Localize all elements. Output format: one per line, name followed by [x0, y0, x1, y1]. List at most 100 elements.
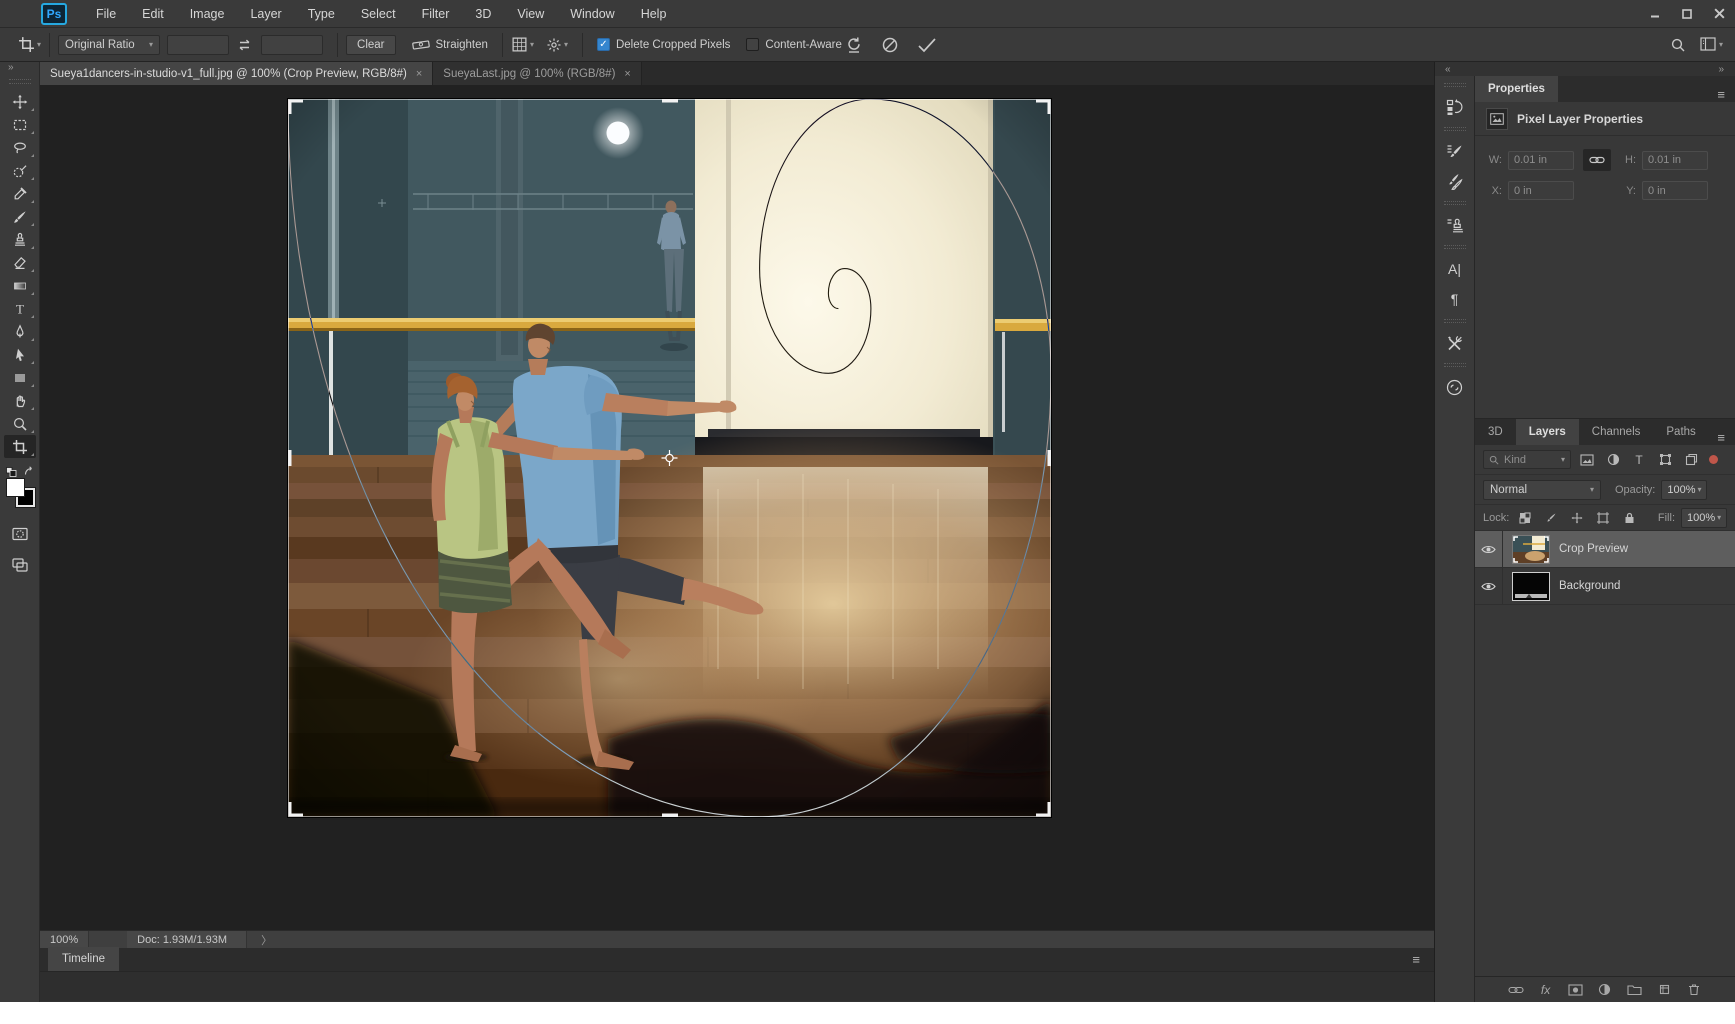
checkbox-checked-icon[interactable]: ✓: [597, 38, 610, 51]
strip-grip[interactable]: [1444, 245, 1466, 249]
close-icon[interactable]: [1703, 0, 1735, 28]
document-image[interactable]: [288, 99, 1051, 817]
filter-type-layers-icon[interactable]: T: [1629, 450, 1649, 469]
tool-zoom[interactable]: [4, 412, 36, 435]
timeline-body[interactable]: [40, 972, 1434, 1001]
maximize-icon[interactable]: [1671, 0, 1703, 28]
checkbox-unchecked-icon[interactable]: [746, 38, 759, 51]
collapse-panels-icon[interactable]: «: [1445, 64, 1452, 75]
new-layer-icon[interactable]: [1654, 980, 1674, 999]
brush-settings-panel-icon[interactable]: [1440, 138, 1470, 164]
tool-eraser[interactable]: [4, 251, 36, 274]
layers-menu-icon[interactable]: ≡: [1717, 430, 1725, 445]
strip-grip[interactable]: [1444, 319, 1466, 323]
strip-grip[interactable]: [1444, 201, 1466, 205]
menu-view[interactable]: View: [504, 0, 557, 28]
minimize-icon[interactable]: [1639, 0, 1671, 28]
menu-filter[interactable]: Filter: [409, 0, 463, 28]
layer-thumbnail[interactable]: [1512, 535, 1550, 564]
properties-menu-icon[interactable]: ≡: [1717, 87, 1725, 102]
reset-crop-icon[interactable]: [845, 36, 863, 54]
filter-kind-select[interactable]: Kind ▾: [1483, 450, 1571, 469]
close-tab-icon[interactable]: ×: [416, 68, 422, 80]
tab-timeline[interactable]: Timeline: [48, 947, 119, 971]
tool-quick-select[interactable]: [4, 159, 36, 182]
tool-marquee[interactable]: [4, 113, 36, 136]
menu-3d[interactable]: 3D: [462, 0, 504, 28]
doc-size-readout[interactable]: Doc: 1.93M/1.93M: [127, 931, 247, 948]
menu-select[interactable]: Select: [348, 0, 409, 28]
cancel-crop-icon[interactable]: [881, 36, 899, 54]
tool-brush[interactable]: [4, 205, 36, 228]
cc-libraries-panel-icon[interactable]: [1440, 374, 1470, 400]
canvas-area[interactable]: [40, 85, 1434, 930]
tab-document-2[interactable]: SueyaLast.jpg @ 100% (RGB/8#) ×: [433, 62, 642, 85]
tool-type[interactable]: T: [4, 297, 36, 320]
close-tab-icon[interactable]: ×: [624, 68, 630, 80]
tool-hand[interactable]: [4, 389, 36, 412]
link-layers-icon[interactable]: [1506, 980, 1526, 999]
toolbar-expand-icon[interactable]: »: [8, 62, 15, 76]
add-layer-mask-icon[interactable]: [1565, 980, 1585, 999]
filter-shape-layers-icon[interactable]: [1655, 450, 1675, 469]
content-aware-option[interactable]: Content-Aware: [746, 38, 842, 51]
tab-document-1[interactable]: Sueya1dancers-in-studio-v1_full.jpg @ 10…: [40, 62, 433, 85]
blend-mode-select[interactable]: Normal ▾: [1483, 480, 1601, 500]
lock-transparency-icon[interactable]: [1515, 508, 1535, 527]
tool-path-select[interactable]: [4, 343, 36, 366]
new-adjustment-layer-icon[interactable]: [1595, 980, 1615, 999]
swap-colors-icon[interactable]: [23, 466, 35, 477]
layer-height-field[interactable]: 0.01 in: [1642, 151, 1708, 170]
layer-thumbnail[interactable]: [1512, 572, 1550, 601]
menu-layer[interactable]: Layer: [237, 0, 294, 28]
visibility-eye-icon[interactable]: [1475, 568, 1503, 604]
commit-crop-icon[interactable]: [917, 37, 937, 53]
filter-smart-objects-icon[interactable]: [1681, 450, 1701, 469]
quick-mask-icon[interactable]: [4, 522, 36, 545]
current-tool-badge[interactable]: ▾: [18, 36, 41, 53]
menu-image[interactable]: Image: [177, 0, 238, 28]
delete-layer-icon[interactable]: [1684, 980, 1704, 999]
layer-x-field[interactable]: 0 in: [1508, 181, 1574, 200]
tool-presets-panel-icon[interactable]: [1440, 330, 1470, 356]
layer-row-crop-preview[interactable]: Crop Preview: [1475, 531, 1735, 568]
screen-mode-icon[interactable]: [4, 553, 36, 576]
tab-3d[interactable]: 3D: [1475, 419, 1516, 445]
foreground-color-swatch[interactable]: [6, 478, 25, 497]
tool-lasso[interactable]: [4, 136, 36, 159]
toolbar-grip[interactable]: [9, 79, 31, 84]
tool-eyedropper[interactable]: [4, 182, 36, 205]
tool-gradient[interactable]: [4, 274, 36, 297]
crop-settings-gear-icon[interactable]: ▾: [546, 37, 568, 53]
strip-grip[interactable]: [1444, 363, 1466, 367]
menu-edit[interactable]: Edit: [129, 0, 177, 28]
menu-window[interactable]: Window: [557, 0, 627, 28]
visibility-eye-icon[interactable]: [1475, 531, 1503, 567]
opacity-field[interactable]: 100% ▾: [1661, 480, 1707, 500]
swap-dimensions-icon[interactable]: [237, 38, 253, 52]
timeline-menu-icon[interactable]: ≡: [1412, 947, 1420, 971]
crop-preset-select[interactable]: Original Ratio▾: [58, 35, 160, 55]
expand-panels-icon[interactable]: »: [1718, 64, 1725, 75]
tab-layers[interactable]: Layers: [1516, 419, 1579, 445]
filter-adjustment-layers-icon[interactable]: [1603, 450, 1623, 469]
layer-y-field[interactable]: 0 in: [1642, 181, 1708, 200]
overlay-options-icon[interactable]: ▾: [511, 36, 534, 53]
lock-all-icon[interactable]: [1619, 508, 1639, 527]
workspace-selector-icon[interactable]: ▾: [1700, 37, 1723, 52]
strip-grip[interactable]: [1444, 127, 1466, 131]
tool-crop[interactable]: [4, 435, 36, 458]
fill-field[interactable]: 100% ▾: [1681, 508, 1727, 528]
history-panel-icon[interactable]: [1440, 94, 1470, 120]
zoom-level-field[interactable]: 100%: [40, 931, 89, 948]
link-dimensions-icon[interactable]: [1583, 149, 1611, 171]
search-icon[interactable]: [1670, 37, 1686, 53]
tab-properties[interactable]: Properties: [1475, 76, 1558, 102]
tab-channels[interactable]: Channels: [1579, 419, 1654, 445]
lock-pixels-icon[interactable]: [1541, 508, 1561, 527]
layer-width-field[interactable]: 0.01 in: [1508, 151, 1574, 170]
paragraph-panel-icon[interactable]: ¶: [1440, 286, 1470, 312]
strip-grip[interactable]: [1444, 83, 1466, 87]
menu-file[interactable]: File: [83, 0, 129, 28]
tool-move[interactable]: [4, 90, 36, 113]
